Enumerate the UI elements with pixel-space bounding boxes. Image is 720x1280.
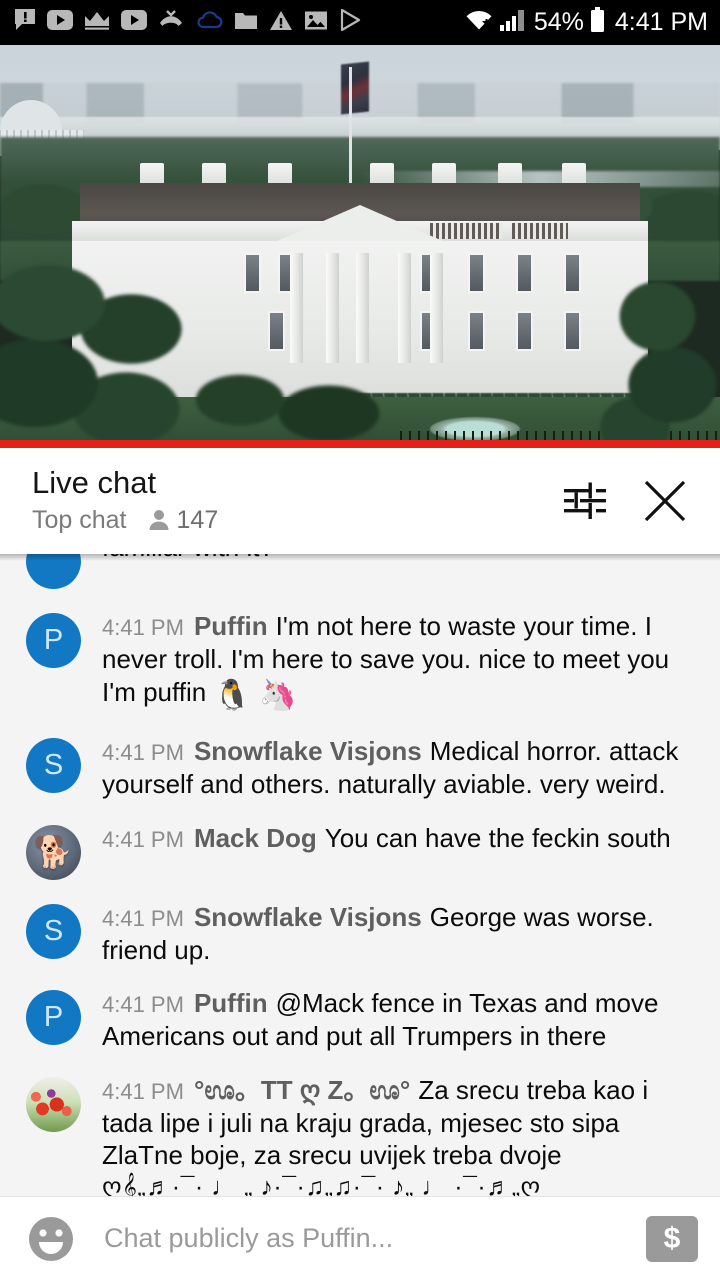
american-flag (341, 61, 369, 115)
message-timestamp: 4:41 PM (102, 905, 184, 931)
chat-title-block: Live chat Top chat 147 (32, 467, 562, 535)
list-item[interactable]: familiar with it? (0, 554, 720, 599)
missed-call-icon (158, 9, 184, 36)
avatar[interactable]: 🐕 (26, 824, 81, 880)
message-text: You can have the feckin south (324, 822, 671, 853)
message-body: 4:41 PM Puffin I'm not here to waste your … (102, 609, 694, 714)
avatar-letter: S (43, 749, 64, 782)
message-body: familiar with it? (102, 554, 694, 589)
viewer-count: 147 (176, 505, 219, 534)
crown-icon (84, 9, 110, 36)
roof-balustrade (430, 223, 502, 239)
video-player[interactable] (0, 45, 720, 448)
status-bar: 54% 4:41 PM (0, 0, 720, 45)
dog-statue-icon: 🐕 (34, 834, 73, 870)
message-author[interactable]: Mack Dog (194, 823, 317, 853)
page-title: Live chat (32, 465, 157, 501)
warning-icon (269, 10, 293, 36)
message-timestamp: 4:41 PM (102, 1078, 184, 1104)
chat-input-bar: $ (0, 1196, 720, 1280)
avatar[interactable] (26, 554, 81, 589)
person-icon (148, 508, 170, 532)
avatar[interactable]: S (26, 738, 81, 794)
list-item[interactable]: S 4:41 PM Snowflake Visjons George was wor… (0, 890, 720, 977)
battery-icon (590, 7, 605, 38)
cloud-icon (195, 10, 223, 35)
close-icon (642, 480, 688, 527)
photo-icon (304, 10, 328, 36)
list-item[interactable]: S 4:41 PM Snowflake Visjons Medical horror… (0, 724, 720, 811)
message-body: 4:41 PM Mack Dog You can have the feckin s… (102, 821, 694, 880)
close-chat-button[interactable] (642, 478, 688, 524)
play-store-icon (339, 8, 363, 36)
list-item[interactable]: P 4:41 PM Puffin @Mack fence in Texas and … (0, 976, 720, 1063)
message-emoji: 🐧 🦄 (213, 678, 297, 712)
chat-subtitle: Top chat 147 (32, 506, 562, 535)
chat-input[interactable] (104, 1223, 646, 1254)
chat-header-actions (562, 478, 696, 524)
video-progress-bar[interactable] (0, 440, 720, 448)
list-item[interactable]: P 4:41 PM Puffin I'm not here to waste you… (0, 599, 720, 724)
folder-icon (234, 10, 258, 35)
message-text: @Mack fence in Texas and move Americans … (102, 988, 659, 1052)
super-chat-button[interactable]: $ (646, 1215, 698, 1262)
message-author[interactable]: Puffin (194, 988, 268, 1018)
message-author[interactable]: Puffin (194, 611, 268, 641)
message-body: 4:41 PM Puffin @Mack fence in Texas and mo… (102, 986, 694, 1053)
avatar[interactable]: S (26, 903, 81, 959)
status-bar-system-icons: 54% 4:41 PM (464, 0, 708, 45)
portico-column (430, 253, 443, 363)
message-timestamp: 4:41 PM (102, 992, 184, 1018)
message-body: 4:41 PM °ಊ。TT ღ Z。ಊ° Za srecu treba kao i … (102, 1073, 694, 1196)
right-trees (590, 270, 720, 448)
tune-sliders-icon (562, 482, 608, 525)
message-timestamp: 4:41 PM (102, 826, 184, 852)
center-trees (180, 345, 420, 448)
avatar-letter: P (43, 1001, 64, 1034)
message-text: I'm not here to waste your time. I never… (102, 611, 670, 707)
chat-message-list[interactable]: familiar with it? P 4:41 PMPuffinI'm not… (0, 554, 720, 1196)
live-chat-header: Live chat Top chat 147 (0, 448, 720, 554)
message-music-notes: ღ𝄞„♬·¯· ♩ „ ♪·¯·♫„♫·¯· ♪„ ♩ ·¯·♬„ღ (102, 1173, 541, 1196)
youtube-icon (121, 10, 147, 35)
avatar[interactable] (26, 1076, 81, 1132)
status-bar-clock: 4:41 PM (614, 8, 708, 36)
message-author[interactable]: Snowflake Visjons (194, 902, 422, 932)
emoji-smiley-icon (26, 1216, 76, 1267)
dollar-superchat-icon: $ (663, 1221, 681, 1255)
youtube-icon (47, 10, 73, 35)
avatar[interactable]: P (26, 613, 81, 668)
message-body: 4:41 PM Snowflake Visjons Medical horror. … (102, 734, 694, 801)
message-timestamp: 4:41 PM (102, 740, 184, 766)
message-timestamp: 4:41 PM (102, 615, 184, 640)
avatar-letter: P (43, 624, 64, 656)
status-bar-notification-icons (14, 8, 363, 37)
list-item[interactable]: 4:41 PM °ಊ。TT ღ Z。ಊ° Za srecu treba kao i … (0, 1063, 720, 1196)
message-body: 4:41 PM Snowflake Visjons George was worse… (102, 900, 694, 967)
message-author[interactable]: °ಊ。TT ღ Z。ಊ° (194, 1075, 410, 1105)
chat-settings-button[interactable] (562, 480, 608, 522)
signal-bars-icon (499, 8, 526, 37)
avatar[interactable]: P (26, 990, 81, 1046)
battery-percent: 54% (533, 8, 584, 36)
message-alert-icon (14, 8, 36, 37)
emoji-picker-button[interactable] (26, 1214, 76, 1264)
avatar-letter: S (43, 914, 64, 947)
message-text: familiar with it? (102, 554, 274, 562)
message-author[interactable]: Snowflake Visjons (194, 736, 422, 766)
roof-balustrade (512, 223, 568, 239)
wifi-icon (464, 8, 494, 37)
list-item[interactable]: 🐕 4:41 PM Mack Dog You can have the feckin… (0, 811, 720, 890)
chat-mode-label[interactable]: Top chat (32, 506, 127, 535)
